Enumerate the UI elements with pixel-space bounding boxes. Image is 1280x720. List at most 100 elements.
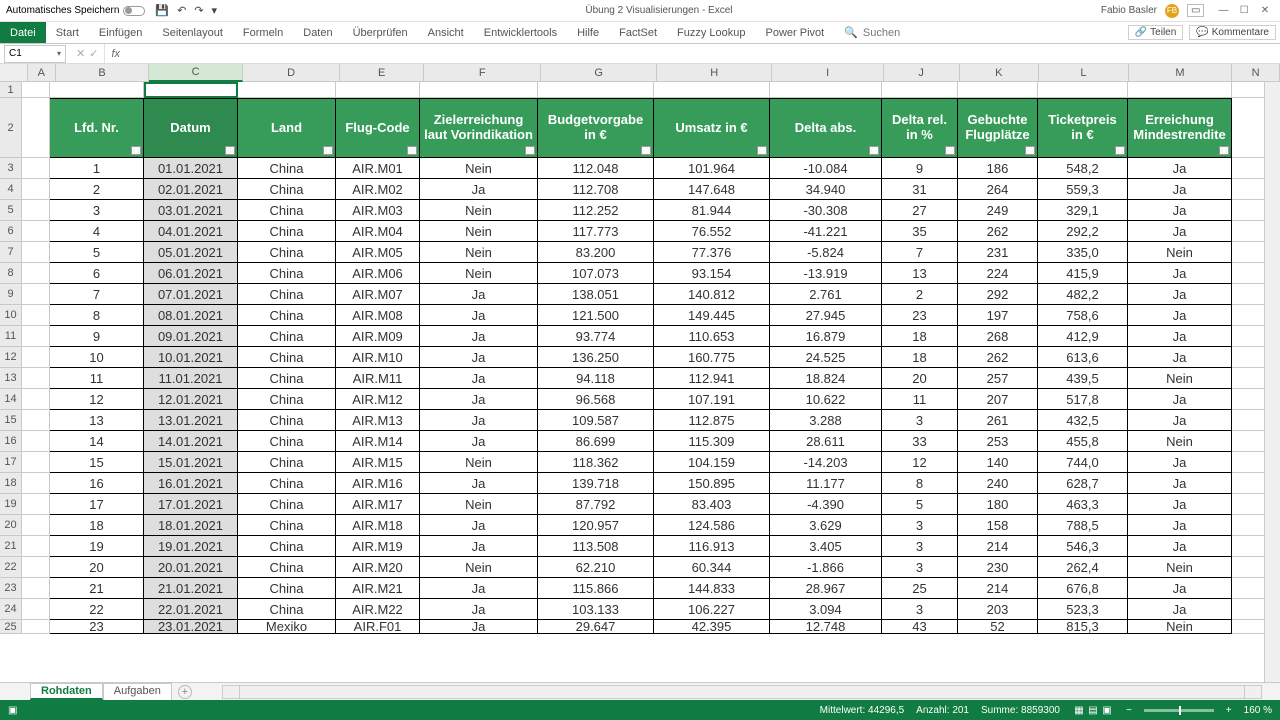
table-cell[interactable]: Nein — [420, 200, 538, 221]
table-cell[interactable]: -4.390 — [770, 494, 882, 515]
cell[interactable] — [238, 82, 336, 98]
filter-icon[interactable] — [323, 146, 333, 155]
table-cell[interactable]: Ja — [420, 515, 538, 536]
table-cell[interactable]: 149.445 — [654, 305, 770, 326]
table-cell[interactable]: AIR.F01 — [336, 620, 420, 634]
table-cell[interactable]: Ja — [1128, 452, 1232, 473]
cell[interactable] — [22, 284, 50, 305]
table-cell[interactable]: 253 — [958, 431, 1038, 452]
row-header[interactable]: 13 — [0, 368, 22, 389]
column-header[interactable]: M — [1129, 64, 1233, 82]
table-cell[interactable]: 11.177 — [770, 473, 882, 494]
cell[interactable] — [22, 536, 50, 557]
table-cell[interactable]: 676,8 — [1038, 578, 1128, 599]
table-cell[interactable]: Nein — [1128, 557, 1232, 578]
table-cell[interactable]: China — [238, 221, 336, 242]
table-cell[interactable]: Ja — [1128, 284, 1232, 305]
table-cell[interactable]: 3.094 — [770, 599, 882, 620]
cell[interactable] — [22, 82, 50, 98]
table-cell[interactable]: Nein — [1128, 368, 1232, 389]
cell[interactable] — [22, 158, 50, 179]
table-cell[interactable]: 613,6 — [1038, 347, 1128, 368]
user-area[interactable]: Fabio Basler FB ▭ — [1101, 4, 1205, 18]
table-cell[interactable]: 523,3 — [1038, 599, 1128, 620]
table-cell[interactable]: 264 — [958, 179, 1038, 200]
table-cell[interactable]: China — [238, 452, 336, 473]
table-header[interactable]: Gebuchte Flugplätze — [958, 98, 1038, 158]
table-cell[interactable]: AIR.M22 — [336, 599, 420, 620]
table-cell[interactable]: China — [238, 431, 336, 452]
table-cell[interactable]: 197 — [958, 305, 1038, 326]
enter-formula-icon[interactable]: ✓ — [89, 47, 98, 60]
row-header[interactable]: 22 — [0, 557, 22, 578]
cell[interactable] — [654, 82, 770, 98]
table-cell[interactable]: 7 — [50, 284, 144, 305]
table-cell[interactable]: 6 — [50, 263, 144, 284]
table-cell[interactable]: 52 — [958, 620, 1038, 634]
table-cell[interactable]: 94.118 — [538, 368, 654, 389]
filter-icon[interactable] — [225, 146, 235, 155]
table-cell[interactable]: China — [238, 515, 336, 536]
table-cell[interactable]: 292 — [958, 284, 1038, 305]
cell[interactable] — [882, 82, 958, 98]
table-cell[interactable]: AIR.M05 — [336, 242, 420, 263]
table-cell[interactable]: Ja — [420, 536, 538, 557]
table-cell[interactable]: 27.945 — [770, 305, 882, 326]
cell[interactable] — [22, 515, 50, 536]
table-cell[interactable]: 20 — [882, 368, 958, 389]
table-cell[interactable]: 93.774 — [538, 326, 654, 347]
formula-input[interactable] — [126, 46, 1280, 62]
table-cell[interactable]: 08.01.2021 — [144, 305, 238, 326]
table-cell[interactable]: -5.824 — [770, 242, 882, 263]
table-cell[interactable]: 482,2 — [1038, 284, 1128, 305]
table-cell[interactable]: Ja — [420, 326, 538, 347]
row-header[interactable]: 1 — [0, 82, 22, 98]
table-cell[interactable]: 03.01.2021 — [144, 200, 238, 221]
table-cell[interactable]: 262,4 — [1038, 557, 1128, 578]
table-cell[interactable]: Ja — [1128, 494, 1232, 515]
row-header[interactable]: 10 — [0, 305, 22, 326]
table-cell[interactable]: 788,5 — [1038, 515, 1128, 536]
table-cell[interactable]: Nein — [420, 158, 538, 179]
view-mode-icons[interactable]: ▦▤▣ — [1072, 705, 1114, 716]
table-cell[interactable]: Ja — [420, 179, 538, 200]
table-cell[interactable]: Ja — [420, 368, 538, 389]
table-cell[interactable]: 18 — [882, 347, 958, 368]
table-cell[interactable]: AIR.M07 — [336, 284, 420, 305]
row-header[interactable]: 11 — [0, 326, 22, 347]
table-cell[interactable]: -13.919 — [770, 263, 882, 284]
table-cell[interactable]: 815,3 — [1038, 620, 1128, 634]
table-cell[interactable]: 744,0 — [1038, 452, 1128, 473]
row-header[interactable]: 16 — [0, 431, 22, 452]
table-cell[interactable]: 20.01.2021 — [144, 557, 238, 578]
table-cell[interactable]: 415,9 — [1038, 263, 1128, 284]
table-cell[interactable]: AIR.M14 — [336, 431, 420, 452]
table-cell[interactable]: 3 — [882, 599, 958, 620]
table-cell[interactable]: 2 — [50, 179, 144, 200]
filter-icon[interactable] — [1219, 146, 1229, 155]
table-cell[interactable]: 101.964 — [654, 158, 770, 179]
table-cell[interactable]: 546,3 — [1038, 536, 1128, 557]
minimize-icon[interactable]: — — [1214, 5, 1232, 16]
save-icon[interactable]: 💾 — [155, 4, 169, 17]
table-cell[interactable]: 60.344 — [654, 557, 770, 578]
table-cell[interactable]: 628,7 — [1038, 473, 1128, 494]
table-cell[interactable]: 16 — [50, 473, 144, 494]
cell[interactable] — [22, 179, 50, 200]
table-cell[interactable]: 107.073 — [538, 263, 654, 284]
table-cell[interactable]: Ja — [420, 620, 538, 634]
cell[interactable] — [144, 82, 238, 98]
column-header[interactable]: B — [56, 64, 150, 82]
cell[interactable] — [22, 389, 50, 410]
table-header[interactable]: Delta rel. in % — [882, 98, 958, 158]
table-cell[interactable]: Ja — [1128, 179, 1232, 200]
table-cell[interactable]: AIR.M18 — [336, 515, 420, 536]
table-cell[interactable]: 18 — [882, 326, 958, 347]
table-header[interactable]: Land — [238, 98, 336, 158]
table-cell[interactable]: 17.01.2021 — [144, 494, 238, 515]
table-cell[interactable]: China — [238, 284, 336, 305]
table-cell[interactable]: 15.01.2021 — [144, 452, 238, 473]
table-cell[interactable]: 559,3 — [1038, 179, 1128, 200]
table-cell[interactable]: AIR.M20 — [336, 557, 420, 578]
filter-icon[interactable] — [757, 146, 767, 155]
